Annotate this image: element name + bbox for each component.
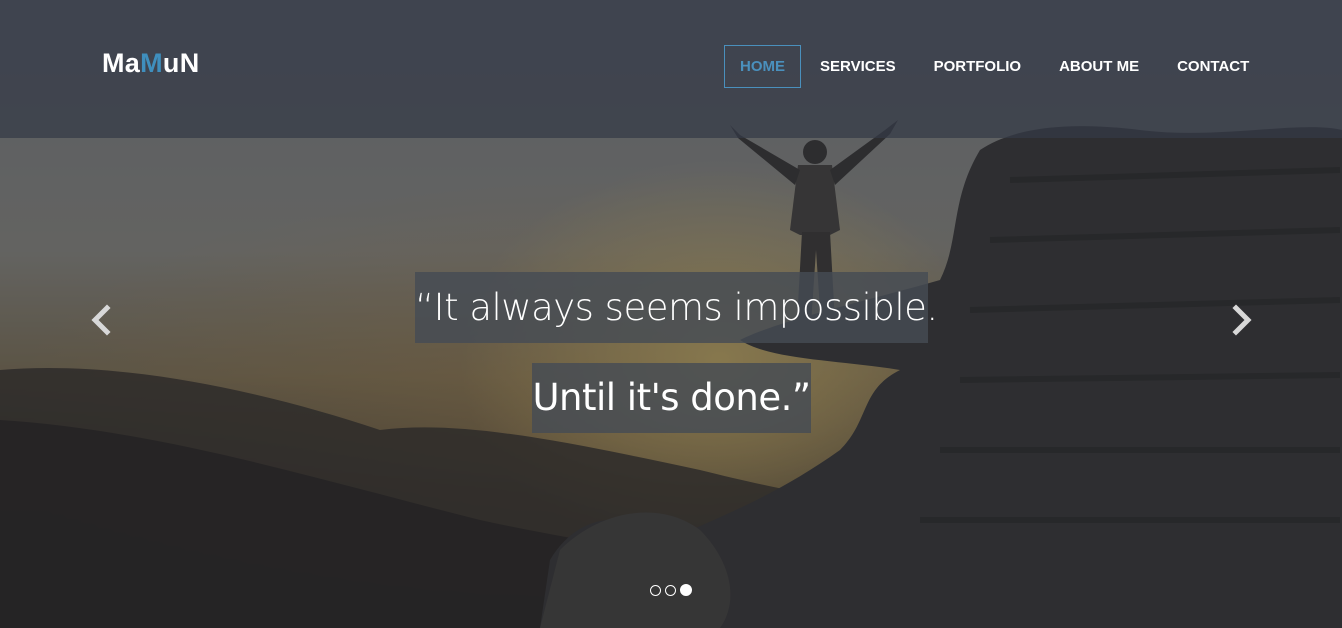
hero-quote-line-2: Until it's done.”: [532, 363, 811, 433]
top-navbar: MaMuN HOME SERVICES PORTFOLIO ABOUT ME C…: [0, 0, 1342, 138]
slider-indicator-1[interactable]: [650, 584, 661, 596]
slider-indicator-2[interactable]: [665, 584, 676, 596]
hero-quote-line-1: “It always seems impossible.: [415, 272, 938, 343]
chevron-right-icon: [1232, 304, 1252, 336]
nav-item-contact[interactable]: CONTACT: [1158, 45, 1268, 88]
slider-indicator-3[interactable]: [680, 584, 692, 596]
slider-prev-button[interactable]: [84, 300, 120, 340]
nav-item-home[interactable]: HOME: [724, 45, 801, 88]
nav-item-services[interactable]: SERVICES: [801, 45, 915, 88]
brand-logo[interactable]: MaMuN: [102, 48, 200, 79]
brand-text-accent: M: [140, 48, 163, 78]
brand-text-part-3: uN: [162, 48, 200, 78]
nav-item-portfolio[interactable]: PORTFOLIO: [915, 45, 1041, 88]
chevron-left-icon: [91, 304, 111, 336]
main-nav: HOME SERVICES PORTFOLIO ABOUT ME CONTACT: [724, 45, 1268, 88]
brand-text-part-1: Ma: [102, 48, 141, 78]
slider-next-button[interactable]: [1224, 300, 1260, 340]
nav-item-about-me[interactable]: ABOUT ME: [1040, 45, 1158, 88]
slider-indicators: [650, 584, 692, 596]
